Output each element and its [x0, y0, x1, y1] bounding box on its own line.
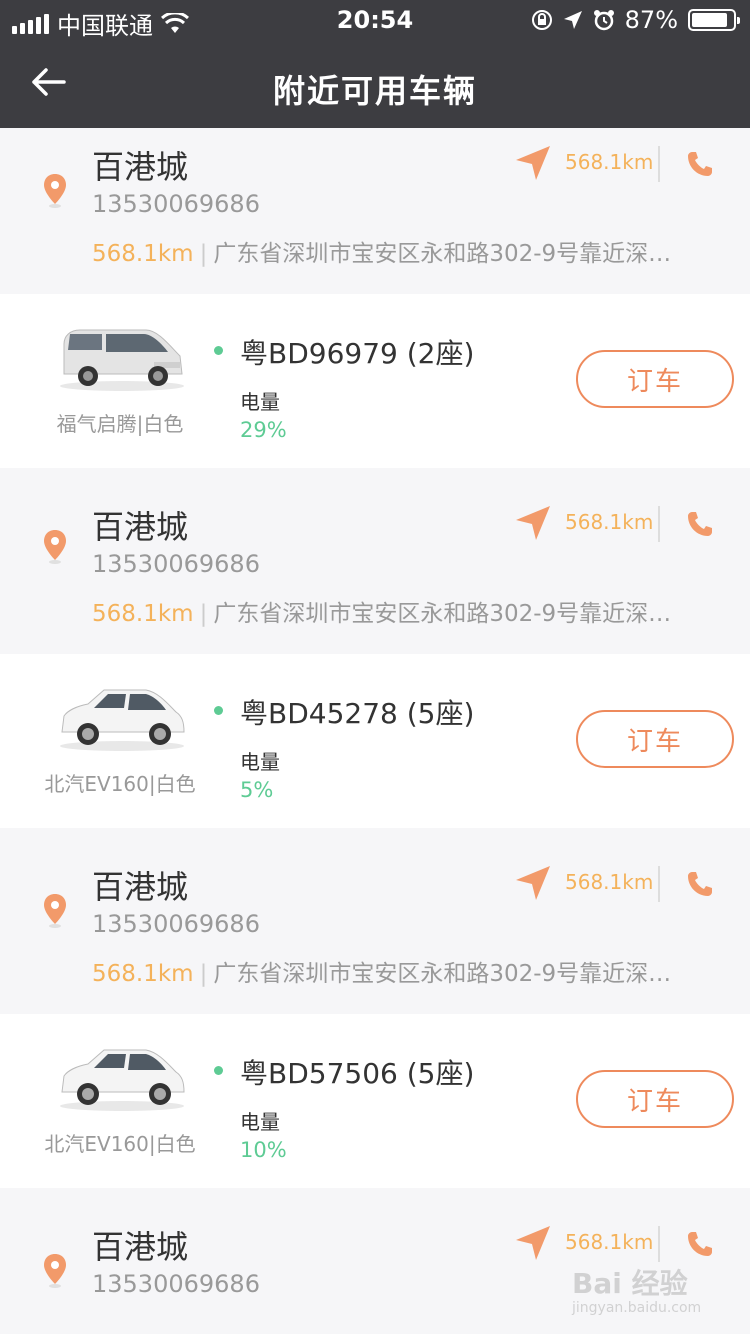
- phone-icon[interactable]: [686, 150, 714, 178]
- nav-distance: 568.1km: [565, 150, 654, 174]
- car-model: 北汽EV160|白色: [44, 772, 196, 796]
- book-car-button[interactable]: 订车: [576, 1070, 734, 1128]
- store-name: 百港城: [92, 508, 189, 546]
- battery-fill: [692, 13, 727, 27]
- charge-value: 10%: [240, 1138, 287, 1162]
- store-distance: 568.1km: [92, 241, 194, 267]
- location-pin-icon: [44, 1254, 66, 1288]
- navigation-arrow-icon[interactable]: [514, 1224, 552, 1262]
- van-image: [60, 329, 184, 391]
- car-card[interactable]: 福气启腾|白色 粤BD96979 (2座) 电量 29% 订车: [0, 294, 750, 468]
- location-pin-icon: [44, 894, 66, 928]
- battery-percent: 87%: [624, 6, 678, 34]
- charge-value: 29%: [240, 418, 287, 442]
- store-address-line: 568.1km | 广东省深圳市宝安区永和路302-9号靠近深…: [92, 601, 672, 627]
- store-address: 广东省深圳市宝安区永和路302-9号靠近深…: [213, 241, 672, 267]
- car-model: 北汽EV160|白色: [44, 1132, 196, 1156]
- charge-label: 电量: [240, 390, 280, 414]
- battery-icon: [688, 9, 740, 31]
- navigation-arrow-icon[interactable]: [514, 144, 552, 182]
- location-pin-icon: [44, 530, 66, 564]
- charge-label: 电量: [240, 1110, 280, 1134]
- store-card[interactable]: 百港城 13530069686 568.1km | 广东省深圳市宝安区永和路302-…: [0, 828, 750, 1014]
- book-car-button[interactable]: 订车: [576, 350, 734, 408]
- phone-icon[interactable]: [686, 510, 714, 538]
- car-model: 福气启腾|白色: [56, 412, 184, 436]
- book-car-button[interactable]: 订车: [576, 710, 734, 768]
- car-plate: 粤BD45278 (5座): [240, 697, 475, 730]
- store-address-line: 568.1km | 广东省深圳市宝安区永和路302-9号靠近深…: [92, 241, 672, 267]
- store-name: 百港城: [92, 1228, 189, 1266]
- store-address: 广东省深圳市宝安区永和路302-9号靠近深…: [213, 961, 672, 987]
- car-card[interactable]: 北汽EV160|白色 粤BD45278 (5座) 电量 5% 订车: [0, 654, 750, 828]
- navigation-arrow-icon[interactable]: [514, 864, 552, 902]
- store-distance: 568.1km: [92, 601, 194, 627]
- charge-value: 5%: [240, 778, 274, 802]
- page-title: 附近可用车辆: [272, 72, 477, 110]
- status-dot: [214, 346, 223, 355]
- store-name: 百港城: [92, 148, 189, 186]
- nav-distance: 568.1km: [565, 1230, 654, 1254]
- nav-bar: 附近可用车辆: [0, 40, 750, 128]
- phone-icon[interactable]: [686, 1230, 714, 1258]
- divider: [658, 1226, 660, 1262]
- phone-icon[interactable]: [686, 870, 714, 898]
- rotation-lock-icon: [531, 10, 552, 30]
- location-services-icon: [563, 11, 582, 29]
- store-card[interactable]: 百港城 13530069686 568.1km | 广东省深圳市宝安区永和路302-…: [0, 128, 750, 294]
- store-phone: 13530069686: [92, 910, 260, 938]
- divider: [658, 146, 660, 182]
- watermark-text: Bai 经验: [572, 1267, 688, 1300]
- store-address: 广东省深圳市宝安区永和路302-9号靠近深…: [213, 601, 672, 627]
- watermark-sub: jingyan.baidu.com: [572, 1300, 702, 1316]
- store-name: 百港城: [92, 868, 189, 906]
- status-dot: [214, 706, 223, 715]
- nav-distance: 568.1km: [565, 870, 654, 894]
- car-card[interactable]: 北汽EV160|白色 粤BD57506 (5座) 电量 10% 订车: [0, 1014, 750, 1188]
- charge-label: 电量: [240, 750, 280, 774]
- location-pin-icon: [44, 174, 66, 208]
- divider: [658, 866, 660, 902]
- hatchback-image: [60, 689, 185, 751]
- store-phone: 13530069686: [92, 550, 260, 578]
- store-address-line: 568.1km | 广东省深圳市宝安区永和路302-9号靠近深…: [92, 961, 672, 987]
- nav-distance: 568.1km: [565, 510, 654, 534]
- store-phone: 13530069686: [92, 1270, 260, 1298]
- status-dot: [214, 1066, 223, 1075]
- store-phone: 13530069686: [92, 190, 260, 218]
- hatchback-image: [60, 1049, 185, 1111]
- status-bar: 中国联通 20:54 87%: [0, 0, 750, 40]
- car-plate: 粤BD96979 (2座): [240, 337, 475, 370]
- navigation-arrow-icon[interactable]: [514, 504, 552, 542]
- car-plate: 粤BD57506 (5座): [240, 1057, 475, 1090]
- status-right: 87%: [531, 6, 740, 34]
- alarm-icon: [593, 10, 614, 31]
- store-card[interactable]: 百港城 13530069686 568.1km | 广东省深圳市宝安区永和路302-…: [0, 468, 750, 634]
- store-distance: 568.1km: [92, 961, 194, 987]
- divider: [658, 506, 660, 542]
- baidu-watermark: Bai 经验 jingyan.baidu.com: [572, 1262, 701, 1316]
